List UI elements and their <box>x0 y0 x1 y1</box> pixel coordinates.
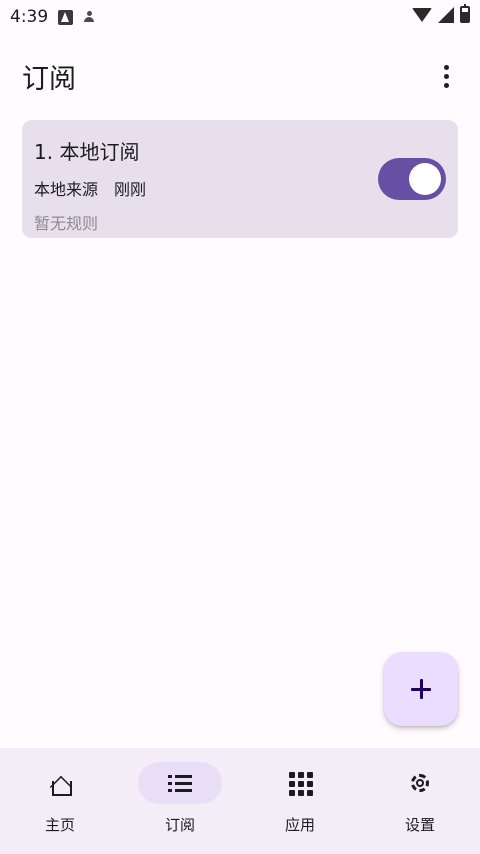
subscription-rule-status: 暂无规则 <box>34 214 99 233</box>
android-notification-icon <box>58 9 74 25</box>
more-options-button[interactable] <box>434 60 458 92</box>
gear-icon <box>407 770 433 796</box>
status-time: 4:39 <box>10 7 49 27</box>
subscription-title: 1. 本地订阅 <box>34 140 140 164</box>
page-title: 订阅 <box>22 63 76 95</box>
subscription-updated-time: 刚刚 <box>114 180 147 199</box>
battery-icon <box>460 4 470 23</box>
subscription-source: 本地来源 <box>34 180 99 199</box>
more-vert-icon <box>443 64 449 70</box>
nav-label-apps: 应用 <box>284 816 315 834</box>
subscription-card[interactable]: 1. 本地订阅 本地来源 刚刚 暂无规则 <box>22 120 458 238</box>
add-subscription-button[interactable] <box>384 652 458 726</box>
nav-item-subscriptions[interactable]: 订阅 <box>120 748 240 854</box>
subscription-enable-toggle[interactable] <box>378 158 446 200</box>
nav-item-home[interactable]: 主页 <box>0 748 120 854</box>
grid-icon <box>287 770 313 796</box>
home-icon <box>47 770 73 796</box>
top-app-bar: 订阅 <box>0 50 480 102</box>
nav-label-settings: 设置 <box>404 816 435 834</box>
nav-label-home: 主页 <box>44 816 75 834</box>
bottom-navigation: 主页 订阅 应用 设置 <box>0 748 480 854</box>
list-icon <box>167 770 193 796</box>
status-right <box>412 4 470 23</box>
status-left: 4:39 <box>10 7 95 27</box>
wifi-icon <box>412 7 432 22</box>
cell-signal-icon <box>438 6 454 23</box>
nav-item-settings[interactable]: 设置 <box>360 748 480 854</box>
status-bar: 4:39 <box>0 0 480 34</box>
person-notification-icon <box>83 11 95 23</box>
plus-icon <box>411 679 431 699</box>
nav-item-apps[interactable]: 应用 <box>240 748 360 854</box>
subscription-screen: 4:39 订阅 1. 本地订阅 本地来源 刚刚 暂无规则 主页 订阅 应用 设置 <box>0 0 480 854</box>
nav-label-subscriptions: 订阅 <box>164 816 195 834</box>
toggle-thumb <box>409 163 441 195</box>
